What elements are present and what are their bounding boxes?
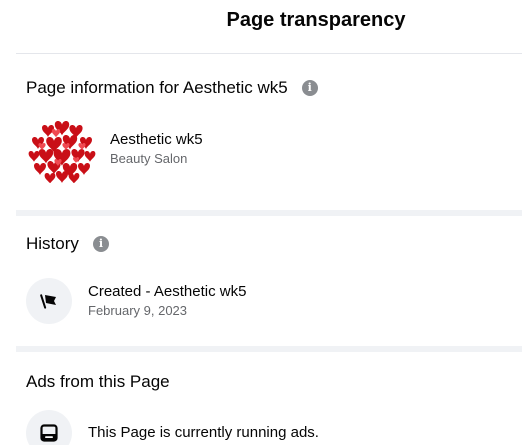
ads-status: This Page is currently running ads.: [88, 424, 319, 441]
page-category: Beauty Salon: [110, 151, 188, 166]
history-date: February 9, 2023: [88, 303, 188, 318]
divider: [16, 53, 522, 54]
ads-icon-container: [26, 410, 72, 445]
history-event: Created - Aesthetic wk5: [88, 283, 247, 300]
info-icon[interactable]: i: [92, 236, 109, 252]
page-info-row[interactable]: Aesthetic wk5 Beauty Salon: [26, 113, 203, 185]
ads-icon: [40, 424, 58, 442]
ads-row: This Page is currently running ads.: [26, 410, 319, 445]
flag-icon: [40, 294, 56, 309]
page-name[interactable]: Aesthetic wk5: [110, 130, 203, 150]
page-avatar[interactable]: [26, 113, 98, 185]
history-heading: History i: [26, 233, 109, 255]
page-transparency-panel: Page transparency Page information for A…: [0, 0, 522, 445]
section-divider: [16, 210, 522, 216]
ads-heading: Ads from this Page: [26, 371, 170, 393]
history-heading-label: History: [26, 234, 79, 253]
page-info-heading: Page information for Aesthetic wk5 i: [26, 77, 318, 99]
page-info-heading-label: Page information for Aesthetic wk5: [26, 78, 288, 97]
ads-heading-label: Ads from this Page: [26, 372, 170, 391]
page-title: Page transparency: [226, 9, 406, 31]
section-divider: [16, 346, 522, 352]
flag-icon-container: [26, 278, 72, 324]
history-row: Created - Aesthetic wk5 February 9, 2023: [26, 278, 246, 324]
hearts-avatar-icon: [26, 113, 98, 185]
info-icon[interactable]: i: [301, 80, 318, 96]
